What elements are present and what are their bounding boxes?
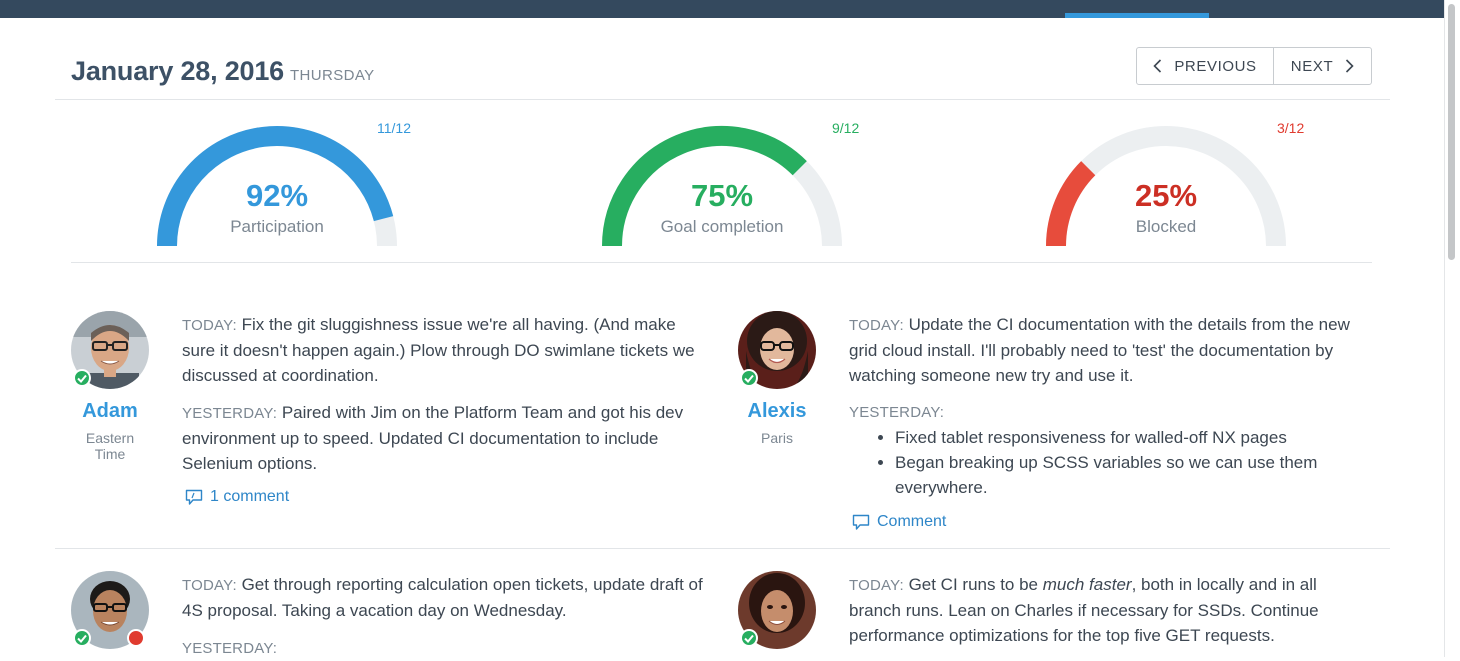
comment-bubble-icon <box>852 514 870 530</box>
blocked-status-icon <box>127 629 145 647</box>
goal-completion-gauge: 9/12 75% Goal completion <box>602 118 859 248</box>
participation-count: 11/12 <box>377 120 411 136</box>
row-divider <box>55 548 1390 549</box>
participation-percent: 92% <box>245 178 309 213</box>
comment-label: Comment <box>877 513 947 530</box>
weekday-label: THURSDAY <box>289 67 375 84</box>
adam-name-link[interactable]: Adam <box>61 400 159 423</box>
alexis-avatar[interactable] <box>738 311 816 389</box>
third-yesterday-entry: YESTERDAY: <box>182 635 708 661</box>
list-item: Began breaking up SCSS variables so we c… <box>895 450 1369 500</box>
blocked-gauge: 3/12 25% Blocked <box>1046 118 1304 248</box>
today-keyword: TODAY: <box>182 577 237 594</box>
top-navigation-bar <box>0 0 1444 18</box>
fourth-member-avatar[interactable] <box>738 571 816 649</box>
today-keyword: TODAY: <box>849 317 904 334</box>
timezone-line: Time <box>94 446 126 462</box>
chevron-right-icon <box>1346 59 1354 73</box>
alexis-comment-link[interactable]: Comment <box>852 513 946 531</box>
yesterday-list: Fixed tablet responsiveness for walled-o… <box>849 425 1369 500</box>
today-keyword: TODAY: <box>849 577 904 594</box>
online-status-icon <box>740 369 758 387</box>
adam-today-entry: TODAY: Fix the git sluggishness issue we… <box>182 312 708 388</box>
today-text: Fix the git sluggishness issue we're all… <box>182 315 695 385</box>
gauges-divider <box>71 262 1372 263</box>
list-item: Fixed tablet responsiveness for walled-o… <box>895 425 1369 450</box>
blocked-count: 3/12 <box>1277 120 1305 136</box>
today-text-start: Get CI runs to be <box>908 575 1043 594</box>
today-emphasis: much faster <box>1042 575 1132 594</box>
chevron-left-icon <box>1153 59 1162 73</box>
active-tab-indicator[interactable] <box>1065 13 1209 18</box>
scrollbar-thumb[interactable] <box>1448 4 1455 260</box>
alexis-name-link[interactable]: Alexis <box>728 400 826 423</box>
adam-avatar[interactable] <box>71 311 149 389</box>
blocked-percent: 25% <box>1134 178 1198 213</box>
next-label: NEXT <box>1290 57 1334 75</box>
header-divider <box>55 99 1390 100</box>
previous-label: PREVIOUS <box>1174 57 1257 75</box>
third-member-avatar[interactable] <box>71 571 149 649</box>
timezone-line: Eastern <box>85 430 135 446</box>
previous-button[interactable]: PREVIOUS <box>1137 48 1274 84</box>
yesterday-keyword: YESTERDAY: <box>182 405 278 422</box>
blocked-label: Blocked <box>1135 217 1197 236</box>
adam-comment-link[interactable]: 1 comment <box>185 488 289 506</box>
adam-yesterday-entry: YESTERDAY: Paired with Jim on the Platfo… <box>182 400 708 476</box>
fourth-today-entry: TODAY: Get CI runs to be much faster, bo… <box>849 572 1349 648</box>
today-text: Update the CI documentation with the det… <box>849 315 1350 385</box>
alexis-yesterday-entry: YESTERDAY: Fixed tablet responsiveness f… <box>849 400 1369 500</box>
date-pager: PREVIOUS NEXT <box>1136 47 1372 85</box>
comment-count: 1 comment <box>210 488 290 505</box>
online-status-icon <box>740 629 758 647</box>
online-status-icon <box>73 629 91 647</box>
next-button[interactable]: NEXT <box>1274 48 1371 84</box>
alexis-today-entry: TODAY: Update the CI documentation with … <box>849 312 1369 388</box>
goal-completion-count: 9/12 <box>832 120 860 136</box>
comment-bubble-icon <box>185 489 203 505</box>
date-header: January 28, 2016 THURSDAY <box>71 56 375 90</box>
today-keyword: TODAY: <box>182 317 237 334</box>
goal-completion-percent: 75% <box>690 178 754 213</box>
today-text: Get through reporting calculation open t… <box>182 575 703 620</box>
participation-label: Participation <box>230 217 324 236</box>
third-today-entry: TODAY: Get through reporting calculation… <box>182 572 708 623</box>
yesterday-keyword: YESTERDAY: <box>849 404 945 421</box>
alexis-timezone: Paris <box>761 430 793 446</box>
page-title: January 28, 2016 <box>71 56 284 86</box>
adam-timezone: Eastern Time <box>61 430 159 462</box>
goal-completion-label: Goal completion <box>660 217 784 236</box>
yesterday-keyword: YESTERDAY: <box>182 640 278 657</box>
participation-gauge: 11/12 92% Participation <box>157 118 411 248</box>
online-status-icon <box>73 369 91 387</box>
